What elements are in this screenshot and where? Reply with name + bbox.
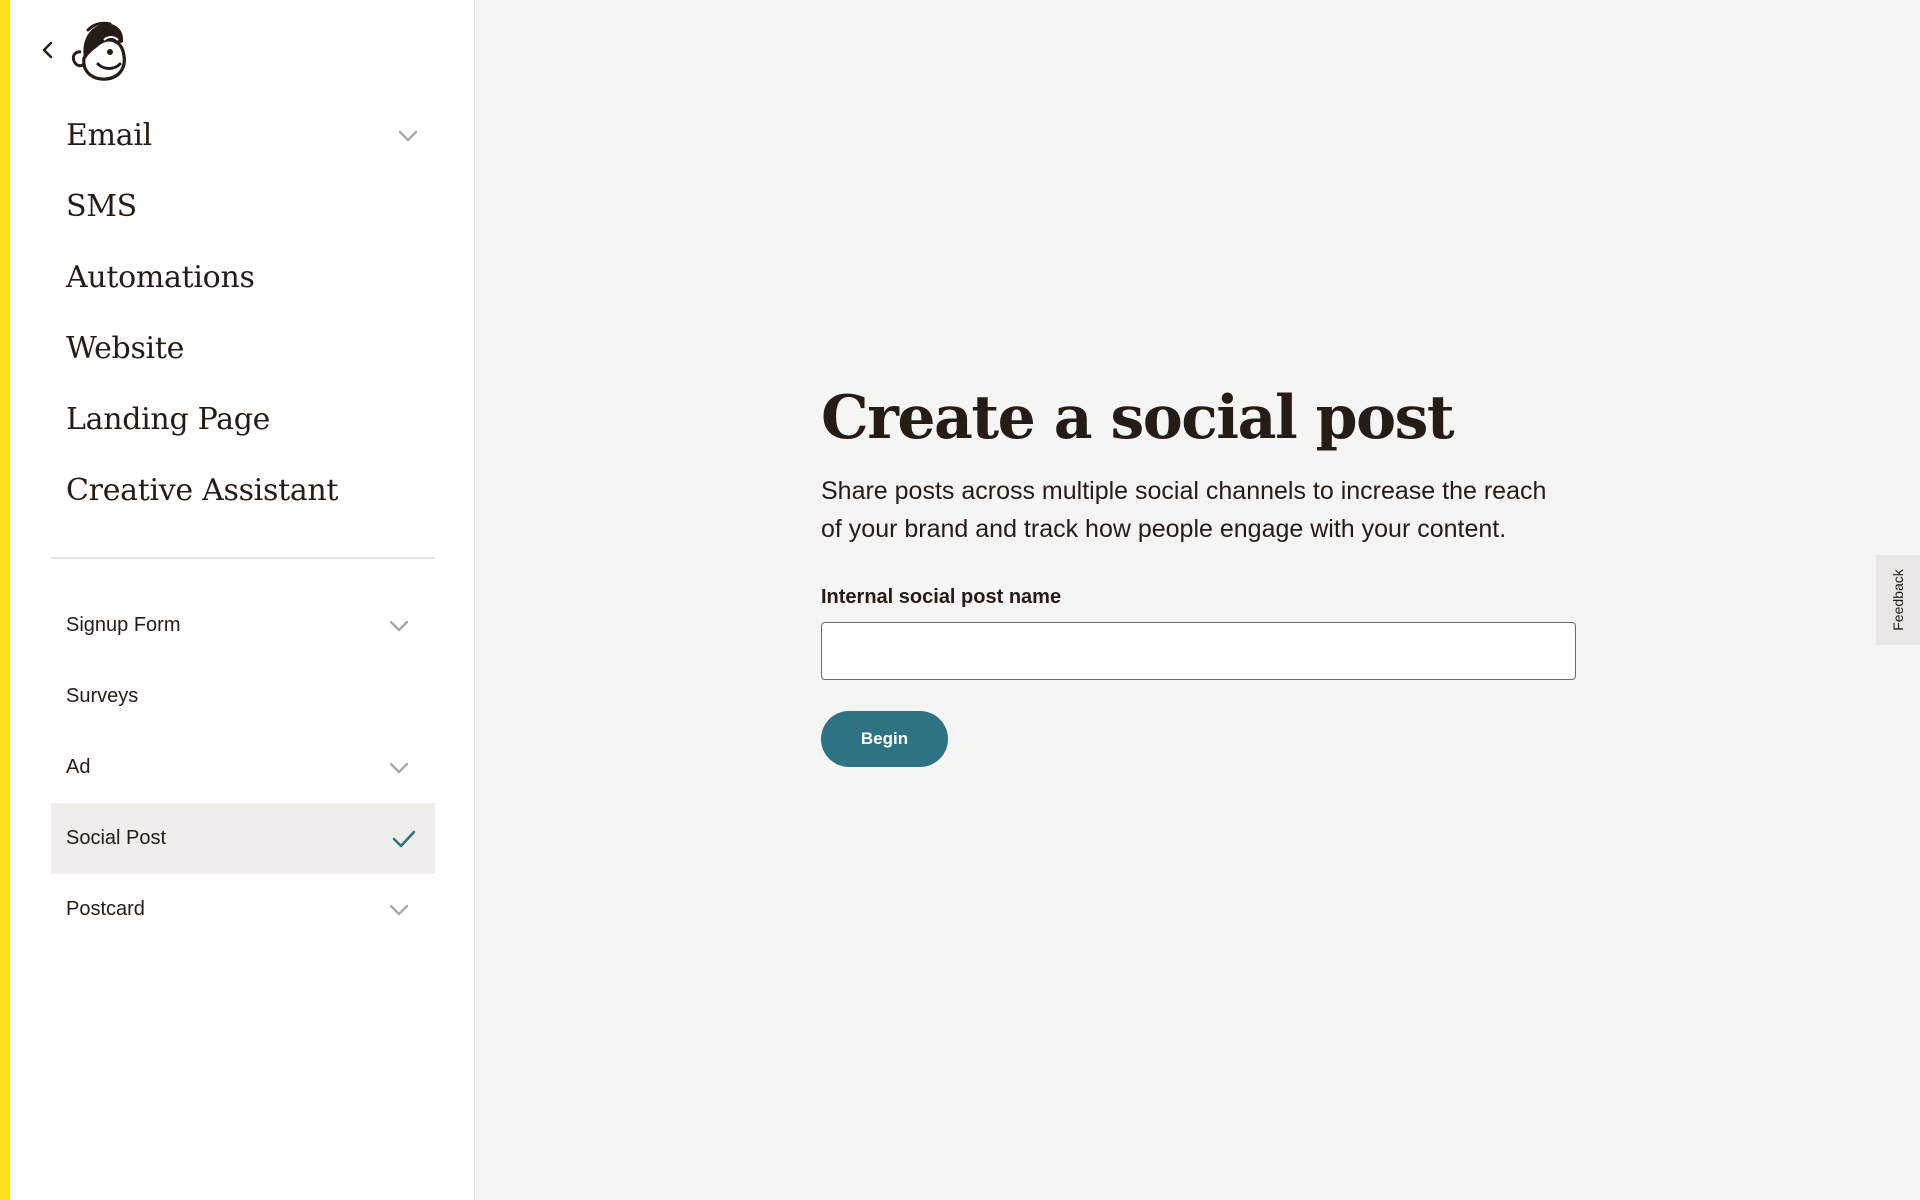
begin-button[interactable]: Begin	[821, 711, 948, 767]
nav-item-creative-assistant[interactable]: Creative Assistant	[10, 455, 475, 526]
freddie-logo-icon	[71, 21, 126, 81]
page-description: Share posts across multiple social chann…	[821, 477, 1547, 543]
nav-item-sms[interactable]: SMS	[10, 171, 475, 242]
nav-item-postcard[interactable]: Postcard	[51, 874, 435, 945]
nav-item-surveys[interactable]: Surveys	[51, 661, 435, 732]
nav-item-label: Landing Page	[66, 402, 271, 437]
nav-item-label: Postcard	[66, 898, 145, 920]
nav-item-label: Website	[66, 331, 185, 366]
nav-divider	[51, 557, 435, 559]
create-social-post-form: Create a social post Share posts across …	[821, 380, 1581, 767]
main-content: Create a social post Share posts across …	[476, 0, 1920, 1200]
nav-item-label: Ad	[66, 756, 91, 778]
feedback-tab[interactable]: Feedback	[1876, 555, 1920, 645]
brand-strip	[0, 0, 10, 1200]
chevron-down-icon	[398, 130, 418, 141]
page-title: Create a social post	[821, 383, 1455, 453]
chevron-down-icon	[389, 620, 409, 631]
nav-item-ad[interactable]: Ad	[51, 732, 435, 803]
nav-item-social-post[interactable]: Social Post	[51, 803, 435, 874]
nav-item-landing-page[interactable]: Landing Page	[10, 384, 475, 455]
nav-item-automations[interactable]: Automations	[10, 242, 475, 313]
nav-item-label: Creative Assistant	[66, 473, 339, 508]
nav-item-label: Signup Form	[66, 614, 181, 636]
back-button[interactable]	[36, 38, 60, 62]
nav-item-label: Social Post	[66, 827, 167, 849]
secondary-nav: Signup Form Surveys Ad Social Post Postc…	[51, 590, 435, 945]
field-label: Internal social post name	[821, 586, 1062, 608]
nav-item-email[interactable]: Email	[10, 100, 475, 171]
checkmark-icon	[392, 830, 416, 847]
chevron-left-icon	[42, 41, 53, 59]
sidebar: Email SMS Automations Website Landing Pa…	[10, 0, 475, 1200]
primary-nav: Email SMS Automations Website Landing Pa…	[10, 100, 475, 526]
social-post-name-input[interactable]	[821, 622, 1576, 680]
nav-item-label: SMS	[66, 189, 137, 224]
nav-item-website[interactable]: Website	[10, 313, 475, 384]
nav-item-signup-form[interactable]: Signup Form	[51, 590, 435, 661]
nav-item-label: Automations	[66, 260, 255, 295]
chevron-down-icon	[389, 904, 409, 915]
mailchimp-logo[interactable]	[64, 18, 134, 82]
feedback-label: Feedback	[1890, 569, 1906, 631]
chevron-down-icon	[389, 762, 409, 773]
nav-item-label: Surveys	[66, 685, 139, 707]
nav-item-label: Email	[66, 118, 152, 153]
